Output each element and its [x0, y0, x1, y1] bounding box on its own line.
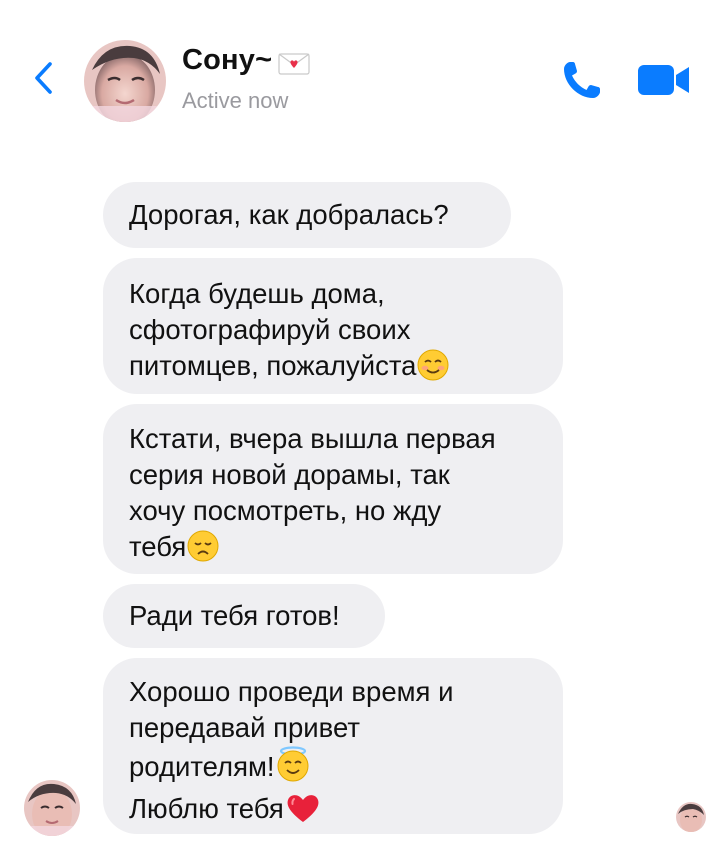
message-text: Хорошо проведи время и [129, 676, 454, 707]
message-text: передавай привет [129, 712, 360, 743]
contact-name-text: Сону~ [182, 44, 273, 76]
phone-icon [564, 62, 600, 98]
presence-status: Active now [182, 88, 289, 113]
back-button[interactable] [28, 58, 58, 98]
video-camera-icon [638, 65, 689, 95]
message-bubble[interactable]: Хорошо проведи время и передавай привет … [103, 658, 563, 834]
message-text: родителям! [129, 751, 275, 782]
video-call-button[interactable] [636, 60, 692, 100]
message-text: Люблю тебя [129, 793, 284, 824]
message-text: Ради тебя готов! [129, 600, 340, 631]
contact-avatar[interactable] [84, 40, 166, 122]
smiling-face-emoji-icon [417, 349, 449, 390]
message-text: Кстати, вчера вышла первая [129, 423, 496, 454]
halo-face-emoji-icon [276, 746, 310, 791]
red-heart-emoji-icon [285, 792, 321, 833]
message-bubble[interactable]: Дорогая, как добралась? [103, 182, 511, 248]
message-text: тебя [129, 531, 187, 562]
audio-call-button[interactable] [560, 58, 604, 102]
message-text: Дорогая, как добралась? [129, 199, 449, 230]
sender-avatar[interactable] [24, 780, 80, 836]
contact-name: Сону~ [182, 44, 310, 77]
message-text: Когда будешь дома, [129, 278, 385, 309]
love-letter-icon [278, 50, 310, 75]
message-bubble[interactable]: Когда будешь дома, сфотографируй своих п… [103, 258, 563, 394]
disappointed-face-emoji-icon [187, 530, 219, 571]
message-text: серия новой дорамы, так [129, 459, 450, 490]
message-bubble[interactable]: Кстати, вчера вышла первая серия новой д… [103, 404, 563, 574]
read-receipt-avatar [676, 802, 706, 832]
message-bubble[interactable]: Ради тебя готов! [103, 584, 385, 648]
message-text: сфотографируй своих [129, 314, 411, 345]
chevron-left-icon [35, 62, 52, 94]
chat-header: Сону~ Active now [0, 0, 720, 140]
message-text: питомцев, пожалуйста [129, 350, 417, 381]
message-text: хочу посмотреть, но жду [129, 495, 442, 526]
